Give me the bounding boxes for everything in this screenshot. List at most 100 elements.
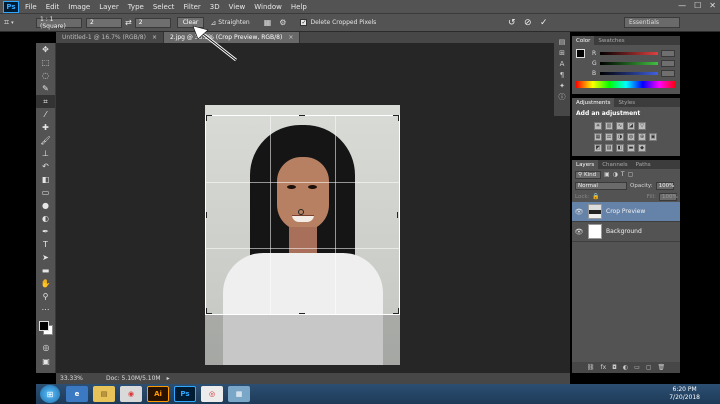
crop-handle-right[interactable] [397, 212, 399, 218]
curves-icon[interactable]: ∿ [616, 121, 624, 130]
menu-type[interactable]: Type [128, 3, 144, 11]
crop-handle-left[interactable] [206, 212, 208, 218]
delete-cropped-checkbox[interactable]: ✓ [300, 19, 308, 26]
posterize-icon[interactable]: ▨ [605, 143, 613, 152]
eraser-tool-icon[interactable]: ◧ [36, 173, 55, 186]
taskbar-illustrator-icon[interactable]: Ai [147, 386, 169, 402]
ratio-preset-select[interactable]: 1 : 1 (Square) [36, 16, 82, 30]
crop-handle-tl[interactable] [206, 115, 212, 121]
channel-mixer-icon[interactable]: ⊕ [638, 132, 646, 141]
swap-icon[interactable]: ⇄ [125, 18, 132, 27]
start-button[interactable]: ⊞ [40, 385, 60, 403]
close-tab-icon[interactable]: × [152, 34, 157, 41]
red-value[interactable] [661, 49, 675, 57]
blend-mode-select[interactable]: Normal [575, 181, 627, 190]
menu-help[interactable]: Help [291, 3, 307, 11]
maximize-button[interactable]: ☐ [694, 1, 701, 10]
move-tool-icon[interactable]: ✥ [36, 43, 55, 56]
taskbar-app-icon[interactable]: ▦ [228, 386, 250, 402]
cancel-icon[interactable]: ⊘ [524, 18, 532, 28]
brush-tool-icon[interactable]: 🖌 [36, 134, 55, 147]
eyedropper-tool-icon[interactable]: ⁄ [36, 108, 55, 121]
status-arrow-icon[interactable]: ▸ [167, 375, 170, 382]
reset-icon[interactable]: ↺ [508, 18, 516, 28]
quick-select-tool-icon[interactable]: ✎ [36, 82, 55, 95]
overlay-grid-icon[interactable]: ▦ [264, 18, 272, 27]
color-balance-icon[interactable]: ⚖ [605, 132, 613, 141]
fill-field[interactable]: 100% [659, 192, 678, 201]
color-spectrum[interactable] [576, 81, 676, 88]
gradient-tool-icon[interactable]: ▭ [36, 186, 55, 199]
crop-tool-preset[interactable]: ⌗ ▾ [4, 16, 30, 30]
brush-panel-icon[interactable]: ✦ [554, 80, 570, 91]
filter-type-icon[interactable]: T [621, 171, 625, 178]
blur-tool-icon[interactable]: ● [36, 199, 55, 212]
selective-color-icon[interactable]: ◆ [638, 143, 646, 152]
lock-icon[interactable]: 🔒 [592, 193, 599, 200]
canvas-area[interactable] [56, 43, 570, 373]
menu-image[interactable]: Image [68, 3, 90, 11]
layer-row-crop-preview[interactable]: 👁 Crop Preview [572, 202, 680, 222]
taskbar-recorder-icon[interactable]: ◎ [201, 386, 223, 402]
gear-icon[interactable]: ⚙ [279, 18, 286, 27]
screen-mode-icon[interactable]: ▣ [36, 355, 56, 368]
menu-file[interactable]: File [25, 3, 37, 11]
height-field[interactable]: 2 [134, 17, 171, 28]
tab-color[interactable]: Color [572, 36, 595, 45]
taskbar-ie-icon[interactable]: e [66, 386, 88, 402]
fg-color-chip[interactable] [576, 49, 585, 58]
crop-handle-bottom[interactable] [299, 313, 305, 315]
layer-kind-filter[interactable]: ⚲ Kind [575, 170, 601, 179]
marquee-tool-icon[interactable]: ⬚ [36, 56, 55, 69]
menu-select[interactable]: Select [153, 3, 175, 11]
tab-layers[interactable]: Layers [572, 160, 599, 169]
crop-box[interactable] [205, 115, 400, 315]
pen-tool-icon[interactable]: ✒ [36, 225, 55, 238]
new-group-icon[interactable]: ▭ [634, 364, 640, 371]
tab-styles[interactable]: Styles [614, 98, 639, 107]
taskbar-clock[interactable]: 6:20 PM 7/20/2018 [669, 386, 700, 402]
shape-tool-icon[interactable]: ▬ [36, 264, 55, 277]
new-layer-icon[interactable]: ▢ [646, 364, 652, 371]
black-white-icon[interactable]: ◑ [616, 132, 624, 141]
stamp-tool-icon[interactable]: ⊥ [36, 147, 55, 160]
layer-row-background[interactable]: 👁 Background [572, 222, 680, 242]
blue-value[interactable] [661, 69, 675, 77]
tab-untitled[interactable]: Untitled-1 @ 16.7% (RGB/8) × [56, 32, 164, 43]
opacity-field[interactable]: 100% [655, 181, 674, 190]
info-panel-icon[interactable]: ⓘ [554, 91, 570, 102]
dodge-tool-icon[interactable]: ◐ [36, 212, 55, 225]
threshold-icon[interactable]: ◧ [616, 143, 624, 152]
invert-icon[interactable]: ◩ [594, 143, 602, 152]
tab-paths[interactable]: Paths [632, 160, 655, 169]
green-value[interactable] [661, 59, 675, 67]
gradient-map-icon[interactable]: ▬ [627, 143, 635, 152]
width-field[interactable]: 2 [86, 17, 122, 28]
filter-shape-icon[interactable]: ▢ [628, 171, 634, 178]
close-button[interactable]: ✕ [709, 1, 716, 10]
minimize-button[interactable]: — [678, 1, 686, 10]
commit-icon[interactable]: ✓ [540, 18, 548, 28]
character-panel-icon[interactable]: A [554, 58, 570, 69]
link-layers-icon[interactable]: ⛓ [587, 364, 595, 371]
blue-slider[interactable] [600, 71, 658, 75]
exposure-icon[interactable]: ◪ [627, 121, 635, 130]
properties-panel-icon[interactable]: ⊞ [554, 47, 570, 58]
tab-adjustments[interactable]: Adjustments [572, 98, 615, 107]
taskbar-explorer-icon[interactable]: ▤ [93, 386, 115, 402]
crop-handle-top[interactable] [299, 115, 305, 117]
menu-window[interactable]: Window [254, 3, 282, 11]
workspace-select[interactable]: Essentials [624, 17, 680, 28]
crop-handle-bl[interactable] [206, 308, 212, 314]
quick-mask-icon[interactable]: ◎ [36, 341, 56, 354]
taskbar-chrome-icon[interactable]: ◉ [120, 386, 142, 402]
lasso-tool-icon[interactable]: ◌ [36, 69, 55, 82]
red-slider[interactable] [600, 51, 658, 55]
filter-adjust-icon[interactable]: ◑ [613, 171, 618, 178]
paragraph-panel-icon[interactable]: ¶ [554, 69, 570, 80]
add-mask-icon[interactable]: ◘ [612, 364, 617, 371]
new-adjustment-icon[interactable]: ◐ [623, 364, 628, 371]
menu-layer[interactable]: Layer [99, 3, 119, 11]
type-tool-icon[interactable]: T [36, 238, 55, 251]
crop-handle-br[interactable] [393, 308, 399, 314]
